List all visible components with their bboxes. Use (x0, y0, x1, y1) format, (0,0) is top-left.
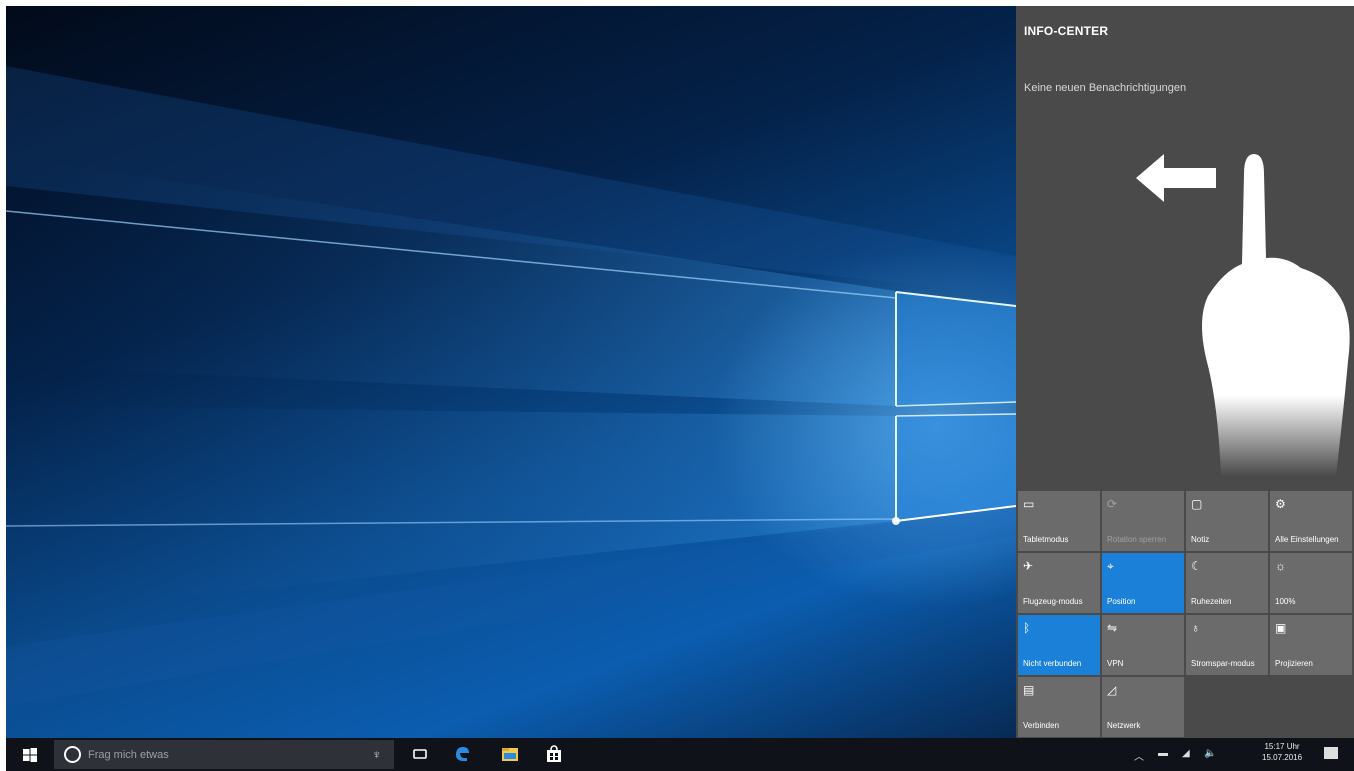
tile-battery-saver[interactable]: ♁ Stromspar-modus (1186, 615, 1268, 675)
action-center-title: INFO-CENTER (1024, 24, 1109, 38)
chevron-up-icon[interactable]: ︿ (1134, 748, 1144, 763)
microphone-icon[interactable]: ♆ (372, 747, 382, 762)
tile-tablet-mode[interactable]: ▭ Tabletmodus (1018, 491, 1100, 551)
tile-label: Verbinden (1023, 721, 1060, 730)
tile-label: Tabletmodus (1023, 535, 1069, 544)
system-clock[interactable]: 15:17 Uhr 15.07.2016 (1262, 741, 1302, 763)
clock-date: 15.07.2016 (1262, 753, 1303, 762)
airplane-icon: ✈ (1023, 559, 1034, 573)
tile-location[interactable]: ⌖ Position (1102, 553, 1184, 613)
network-icon[interactable]: ◢ (1182, 748, 1190, 759)
moon-icon: ☾ (1191, 559, 1202, 573)
battery-icon[interactable]: ▬ (1158, 748, 1168, 759)
clock-time: 15:17 Uhr (1264, 742, 1300, 751)
task-view-icon[interactable] (410, 744, 430, 764)
volume-icon[interactable]: 🔈 (1204, 748, 1216, 759)
tile-network[interactable]: ◿ Netzwerk (1102, 677, 1184, 737)
edge-icon[interactable] (452, 744, 472, 764)
tile-label: Flugzeug-modus (1023, 597, 1083, 606)
hand-pointer-icon (1202, 154, 1350, 476)
tile-all-settings[interactable]: ⚙ Alle Einstellungen (1270, 491, 1352, 551)
swipe-left-gesture-icon (1136, 154, 1350, 476)
tile-vpn[interactable]: ⇋ VPN (1102, 615, 1184, 675)
location-icon: ⌖ (1107, 559, 1114, 573)
tile-quiet-hours[interactable]: ☾ Ruhezeiten (1186, 553, 1268, 613)
brightness-icon: ☼ (1275, 559, 1286, 573)
tile-bluetooth[interactable]: ᛒ Nicht verbunden (1018, 615, 1100, 675)
search-placeholder: Frag mich etwas (88, 749, 169, 761)
tile-rotation-lock[interactable]: ⟳ Rotation sperren (1102, 491, 1184, 551)
tile-brightness[interactable]: ☼ 100% (1270, 553, 1352, 613)
settings-icon: ⚙ (1275, 497, 1286, 511)
cortana-icon (64, 746, 81, 763)
quick-actions-grid: ▭ Tabletmodus ⟳ Rotation sperren ▢ Notiz ⚙ A… (1018, 491, 1354, 737)
taskbar: Frag mich etwas ♆ ︿ ▬ ◢ 🔈 15:17 Uhr 15.0… (6, 738, 1354, 771)
desktop-wallpaper (6, 6, 1016, 738)
tablet-icon: ▭ (1023, 497, 1035, 511)
vpn-icon: ⇋ (1107, 621, 1118, 635)
bluetooth-icon: ᛒ (1023, 621, 1031, 635)
network-icon: ◿ (1107, 683, 1117, 697)
arrow-left-icon (1136, 154, 1216, 202)
store-icon[interactable] (544, 744, 564, 764)
tile-label: Ruhezeiten (1191, 597, 1232, 606)
tile-label: Rotation sperren (1107, 535, 1167, 544)
tile-label: Stromspar-modus (1191, 659, 1255, 668)
project-icon: ▣ (1275, 621, 1287, 635)
action-center-icon[interactable] (1324, 747, 1338, 759)
tile-label: 100% (1275, 597, 1296, 606)
action-center-panel: INFO-CENTER Keine neuen Benachrichtigung… (1016, 6, 1354, 738)
tile-label: Alle Einstellungen (1275, 535, 1339, 544)
search-box[interactable]: Frag mich etwas ♆ (54, 740, 394, 769)
tile-project[interactable]: ▣ Projizieren (1270, 615, 1352, 675)
file-explorer-icon[interactable] (500, 744, 520, 764)
tile-airplane-mode[interactable]: ✈ Flugzeug-modus (1018, 553, 1100, 613)
rotation-lock-icon: ⟳ (1107, 497, 1118, 511)
tile-label: Netzwerk (1107, 721, 1141, 730)
tile-label: VPN (1107, 659, 1124, 668)
tile-label: Notiz (1191, 535, 1210, 544)
tile-label: Position (1107, 597, 1136, 606)
no-notifications-text: Keine neuen Benachrichtigungen (1024, 82, 1187, 94)
connect-icon: ▤ (1023, 683, 1035, 697)
tile-label: Nicht verbunden (1023, 659, 1082, 668)
tile-note[interactable]: ▢ Notiz (1186, 491, 1268, 551)
tile-connect[interactable]: ▤ Verbinden (1018, 677, 1100, 737)
start-button[interactable] (22, 747, 38, 763)
note-icon: ▢ (1191, 497, 1203, 511)
battery-saver-icon: ♁ (1191, 621, 1200, 635)
windows-logo-light-beams (6, 66, 1016, 706)
tile-label: Projizieren (1275, 659, 1313, 668)
